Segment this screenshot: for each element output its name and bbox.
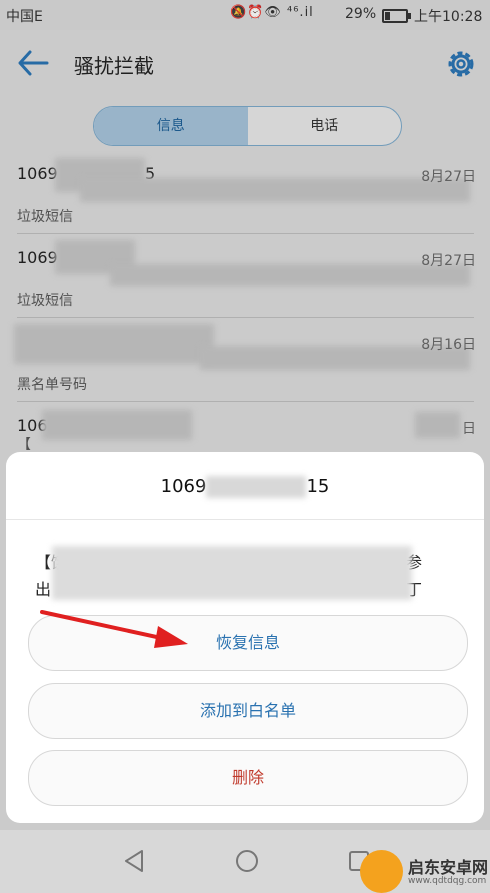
watermark-name: 启东安卓网 xyxy=(408,858,489,877)
nav-back-icon[interactable] xyxy=(120,848,150,874)
message-body-line2: 出 xyxy=(35,580,52,599)
dialog-title-head: 1069 xyxy=(160,476,207,497)
redacted-block xyxy=(52,546,412,600)
dialog-title: 1069 15 xyxy=(6,476,484,498)
add-to-whitelist-button[interactable]: 添加到白名单 xyxy=(28,683,468,739)
redacted-block xyxy=(206,476,307,498)
site-watermark: 启东安卓网 www.qdtdqg.com xyxy=(360,850,490,893)
divider xyxy=(6,519,484,520)
annotation-arrow-icon xyxy=(40,610,188,648)
watermark-logo-icon xyxy=(360,850,403,893)
watermark-url: www.qdtdqg.com xyxy=(408,876,487,886)
nav-home-icon[interactable] xyxy=(232,848,262,874)
delete-button[interactable]: 删除 xyxy=(28,750,468,806)
dialog-title-tail: 15 xyxy=(306,476,330,497)
